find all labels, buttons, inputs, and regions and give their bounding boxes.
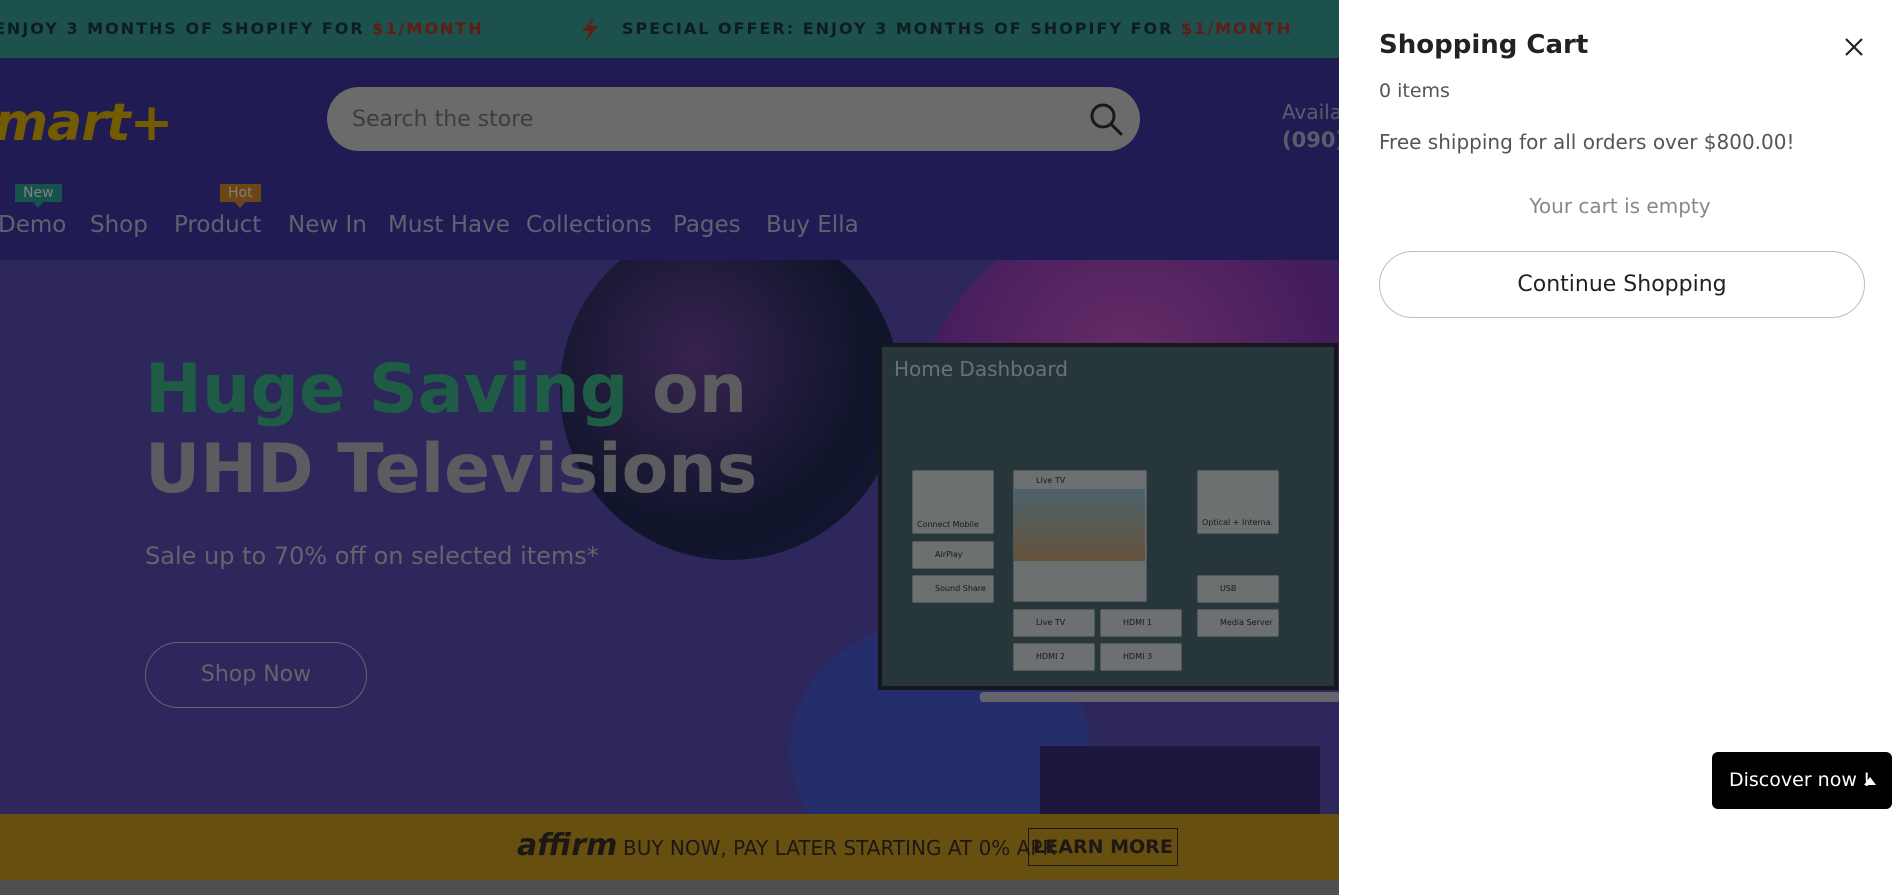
- close-icon[interactable]: [1839, 32, 1869, 62]
- continue-shopping-button[interactable]: Continue Shopping: [1379, 251, 1865, 318]
- discover-now-button[interactable]: Discover now !: [1712, 752, 1892, 809]
- caret-up-icon: [1864, 777, 1876, 785]
- modal-overlay[interactable]: [0, 0, 1339, 895]
- free-shipping-note: Free shipping for all orders over $800.0…: [1379, 130, 1795, 154]
- discover-now-label: Discover now !: [1729, 769, 1871, 791]
- cart-title: Shopping Cart: [1379, 30, 1589, 60]
- cart-empty-message: Your cart is empty: [1529, 194, 1711, 218]
- cart-item-count: 0 items: [1379, 80, 1450, 102]
